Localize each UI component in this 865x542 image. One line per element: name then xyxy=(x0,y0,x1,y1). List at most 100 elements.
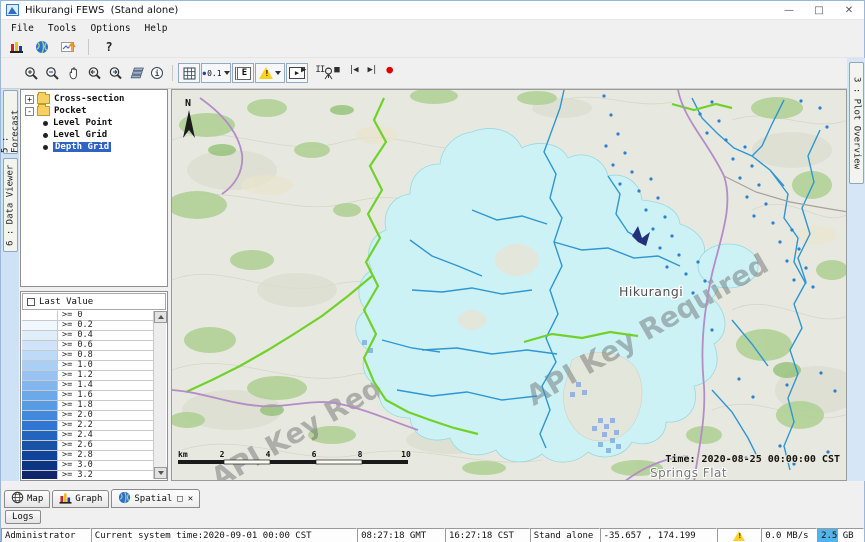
legend-swatch xyxy=(22,351,58,360)
warning-triangle-icon xyxy=(259,67,273,79)
close-button[interactable]: ✕ xyxy=(834,1,864,19)
bullet-icon xyxy=(43,145,48,150)
timeseries-chart-icon[interactable] xyxy=(58,38,78,56)
map-view[interactable]: API Key Required API Key Required xyxy=(171,89,847,481)
database-icon[interactable] xyxy=(6,38,26,56)
left-tab-data-viewer[interactable]: 6 : Data Viewer xyxy=(3,158,18,252)
scroll-down-icon[interactable] xyxy=(154,467,167,479)
status-system-time: Current system time:2020-09-01 00:00 CST xyxy=(91,528,357,542)
tree-item-label: Pocket xyxy=(54,106,87,116)
legend-swatch xyxy=(22,331,58,340)
svg-text:8: 8 xyxy=(358,450,363,459)
play-button[interactable]: ▶ xyxy=(301,65,305,75)
legend-swatch xyxy=(22,461,58,470)
zoom-in-icon[interactable] xyxy=(21,63,41,83)
grid-display-button[interactable] xyxy=(178,63,200,83)
pan-hand-icon[interactable] xyxy=(63,63,83,83)
svg-text:N: N xyxy=(185,98,191,109)
legend-row-label: >= 3.2 xyxy=(58,471,93,479)
help-icon[interactable]: ? xyxy=(99,38,119,56)
pause-button[interactable]: II xyxy=(315,65,324,75)
map-time-label: Time: 2020-08-25 00:00:00 CST xyxy=(665,453,840,465)
legend-swatch xyxy=(22,401,58,410)
legend-swatch xyxy=(22,431,58,440)
tree-item-pocket[interactable]: - Pocket xyxy=(21,105,167,117)
last-value-checkbox[interactable] xyxy=(27,298,35,306)
zoom-out-icon[interactable] xyxy=(42,63,62,83)
legend-swatch xyxy=(22,441,58,450)
legend-row-label: >= 0 xyxy=(58,311,82,320)
close-tab-icon[interactable]: ✕ xyxy=(188,494,193,504)
tree-item-label: Level Grid xyxy=(53,130,107,140)
folder-icon xyxy=(37,94,50,104)
thresholds-dropdown[interactable] xyxy=(255,63,285,83)
bottom-tab-bar: MapGraph Spatial □ ✕ xyxy=(1,488,864,508)
map-toolbar: i ● 0.1 E ▶ xyxy=(1,58,864,89)
restore-view-icon[interactable]: □ xyxy=(177,494,182,504)
legend-row-label: >= 2.0 xyxy=(58,411,93,420)
legend-row-label: >= 0.8 xyxy=(58,351,93,360)
stop-button[interactable]: ■ xyxy=(334,65,338,75)
zoom-previous-icon[interactable] xyxy=(84,63,104,83)
maximize-button[interactable]: □ xyxy=(804,1,834,19)
right-tab-plot-overview[interactable]: 3 : Plot Overview xyxy=(849,62,864,184)
tree-item-level-point[interactable]: Level Point xyxy=(21,117,167,129)
playback-controls: ▶ II ■ |◀ ▶| ● xyxy=(301,63,392,76)
menu-tools[interactable]: Tools xyxy=(41,22,84,35)
globe-icon[interactable] xyxy=(32,38,52,56)
tree-item-label: Level Point xyxy=(53,118,113,128)
scroll-up-icon[interactable] xyxy=(154,311,167,323)
folder-icon xyxy=(37,106,50,116)
right-tab-strip: 3 : Plot Overview xyxy=(847,58,865,481)
logs-row: Logs xyxy=(1,508,864,528)
menu-options[interactable]: Options xyxy=(84,22,138,35)
last-value-checkbox-row[interactable]: Last Value xyxy=(22,293,166,310)
left-tab-strip: 5 : Forecast 6 : Data Viewer xyxy=(1,89,19,481)
tab-label: Spatial xyxy=(134,494,172,504)
legend-row-label: >= 1.0 xyxy=(58,361,93,370)
app-logo-icon xyxy=(6,4,19,16)
minimize-button[interactable]: — xyxy=(774,1,804,19)
legend-swatch xyxy=(22,411,58,420)
legend-row-label: >= 1.8 xyxy=(58,401,93,410)
legend-row-label: >= 1.4 xyxy=(58,381,93,390)
left-tab-forecast[interactable]: 5 : Forecast xyxy=(3,90,18,154)
tree-expander-icon[interactable]: - xyxy=(25,107,34,116)
application-window: Hikurangi FEWS (Stand alone) — □ ✕ FileT… xyxy=(0,0,865,542)
tree-item-level-grid[interactable]: Level Grid xyxy=(21,129,167,141)
legend-swatch xyxy=(22,361,58,370)
tree-expander-icon[interactable]: + xyxy=(25,95,34,104)
legend-row[interactable]: >= 3.2 xyxy=(22,471,153,479)
record-button[interactable]: ● xyxy=(386,63,392,76)
tab-graph[interactable]: Graph xyxy=(52,490,109,508)
legend-row-label: >= 1.2 xyxy=(58,371,93,380)
legend-swatch xyxy=(22,381,58,390)
tab-spatial[interactable]: Spatial □ ✕ xyxy=(111,489,200,508)
svg-text:km: km xyxy=(178,450,188,459)
status-mode: Stand alone xyxy=(530,528,600,542)
legend-row-label: >= 3.0 xyxy=(58,461,93,470)
legend-row-label: >= 2.8 xyxy=(58,451,93,460)
menu-help[interactable]: Help xyxy=(138,22,175,35)
legend-scrollbar[interactable] xyxy=(153,311,166,479)
status-download-speed: 0.0 MB/s xyxy=(761,528,817,542)
zoom-next-icon[interactable] xyxy=(105,63,125,83)
legend-row-label: >= 2.2 xyxy=(58,421,93,430)
step-back-button[interactable]: |◀ xyxy=(349,65,358,75)
bullet-icon xyxy=(43,121,48,126)
logs-button[interactable]: Logs xyxy=(5,510,41,524)
tree-item-depth-grid[interactable]: Depth Grid xyxy=(21,141,167,153)
layers-icon[interactable] xyxy=(126,63,146,83)
precision-dot-icon: ● xyxy=(202,70,206,77)
info-icon[interactable]: i xyxy=(147,63,167,83)
toolbar-separator xyxy=(172,65,173,81)
step-forward-button[interactable]: ▶| xyxy=(368,65,377,75)
menu-file[interactable]: File xyxy=(4,22,41,35)
chevron-down-icon xyxy=(275,71,281,75)
tree-item-label: Cross-section xyxy=(54,94,124,104)
vertical-scale-button[interactable]: E xyxy=(232,63,254,83)
value-precision-dropdown[interactable]: ● 0.1 xyxy=(201,63,231,83)
status-coordinates: -35.657 , 174.199 xyxy=(600,528,718,542)
globe-icon xyxy=(118,491,131,507)
tab-map[interactable]: Map xyxy=(4,490,50,508)
